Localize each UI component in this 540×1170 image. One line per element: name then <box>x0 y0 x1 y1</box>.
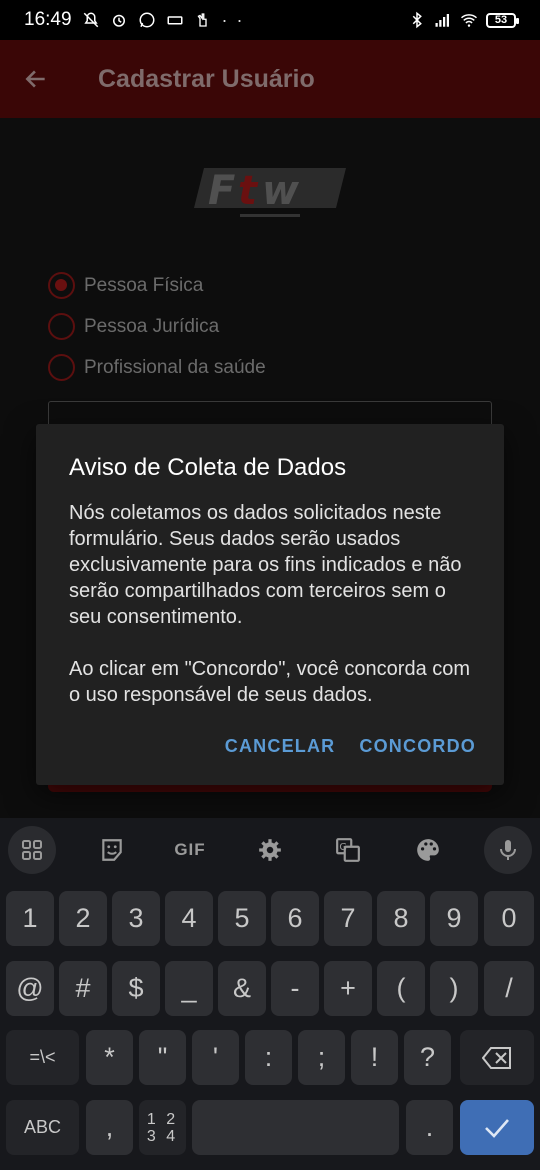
radio-button[interactable] <box>48 313 75 340</box>
status-bar: 16:49 · · 53 <box>0 0 540 40</box>
voice-input-button[interactable] <box>484 826 532 874</box>
key-comma[interactable]: , <box>86 1100 133 1155</box>
on-screen-keyboard: GIF G 1 2 3 4 5 6 7 8 9 0 @ # $ _ & - + … <box>0 818 540 1170</box>
numpad-label: 1 2 3 4 <box>146 1110 179 1145</box>
sticker-button[interactable] <box>88 830 136 870</box>
radio-pessoa-fisica[interactable]: Pessoa Física <box>48 272 203 299</box>
battery-icon: 53 <box>486 12 519 28</box>
backspace-icon <box>482 1046 511 1069</box>
status-right-icons: 53 <box>408 11 519 29</box>
gear-icon <box>259 839 281 861</box>
dialog-actions: CANCELAR CONCORDO <box>225 736 476 757</box>
radio-label: Pessoa Jurídica <box>84 315 220 337</box>
svg-text:w: w <box>262 168 300 214</box>
key-single-quote[interactable]: ' <box>192 1030 239 1085</box>
ftw-logo: F t w <box>194 168 346 217</box>
microphone-icon <box>500 840 516 860</box>
cancel-button[interactable]: CANCELAR <box>225 736 336 757</box>
key-ampersand[interactable]: & <box>218 961 266 1016</box>
key-minus[interactable]: - <box>271 961 319 1016</box>
more-notifications-indicator: · · <box>221 9 245 30</box>
radio-button[interactable] <box>48 354 75 381</box>
page-title: Cadastrar Usuário <box>98 64 315 93</box>
svg-text:G: G <box>339 842 347 853</box>
key-semicolon[interactable]: ; <box>298 1030 345 1085</box>
radio-label: Profissional da saúde <box>84 356 266 378</box>
key-5[interactable]: 5 <box>218 891 266 946</box>
key-colon[interactable]: : <box>245 1030 292 1085</box>
key-question[interactable]: ? <box>404 1030 451 1085</box>
key-0[interactable]: 0 <box>484 891 534 946</box>
key-9[interactable]: 9 <box>430 891 478 946</box>
spacebar[interactable] <box>192 1100 399 1155</box>
palette-icon <box>417 839 439 861</box>
key-7[interactable]: 7 <box>324 891 372 946</box>
backspace-key[interactable] <box>460 1030 534 1085</box>
translate-icon: G <box>336 838 360 862</box>
sticker-icon <box>102 839 122 861</box>
key-abc[interactable]: ABC <box>6 1100 79 1155</box>
radio-label: Pessoa Física <box>84 274 204 296</box>
translate-button[interactable]: G <box>324 830 372 870</box>
radio-profissional-saude[interactable]: Profissional da saúde <box>48 354 266 381</box>
whatsapp-icon <box>139 12 155 28</box>
key-more-symbols[interactable]: =\< <box>6 1030 79 1085</box>
data-collection-dialog: Aviso de Coleta de Dados Nós coletamos o… <box>36 424 504 785</box>
wifi-icon <box>461 14 477 27</box>
theme-button[interactable] <box>404 830 452 870</box>
key-plus[interactable]: + <box>324 961 372 1016</box>
apps-grid-button[interactable] <box>8 826 56 874</box>
key-6[interactable]: 6 <box>271 891 319 946</box>
key-close-paren[interactable]: ) <box>430 961 478 1016</box>
key-hash[interactable]: # <box>59 961 107 1016</box>
dialog-message: Nós coletamos os dados solicitados neste… <box>69 502 471 706</box>
back-button[interactable] <box>0 40 72 118</box>
dialog-title: Aviso de Coleta de Dados <box>69 454 347 481</box>
key-exclamation[interactable]: ! <box>351 1030 398 1085</box>
key-numpad[interactable]: 1 2 3 4 <box>139 1100 186 1155</box>
gif-button[interactable]: GIF <box>166 830 214 870</box>
key-dollar[interactable]: $ <box>112 961 160 1016</box>
radio-button-checked[interactable] <box>48 272 75 299</box>
app-bar: Cadastrar Usuário <box>0 40 540 118</box>
key-1[interactable]: 1 <box>6 891 54 946</box>
settings-button[interactable] <box>246 830 294 870</box>
keyboard-toolbar: GIF G <box>0 818 540 882</box>
key-open-paren[interactable]: ( <box>377 961 425 1016</box>
hand-icon <box>197 13 207 27</box>
radio-pessoa-juridica[interactable]: Pessoa Jurídica <box>48 313 219 340</box>
keyboard-notification-icon <box>167 16 183 25</box>
svg-text:F: F <box>208 168 235 214</box>
checkmark-icon <box>485 1118 509 1138</box>
key-2[interactable]: 2 <box>59 891 107 946</box>
key-4[interactable]: 4 <box>165 891 213 946</box>
agree-button[interactable]: CONCORDO <box>359 736 476 757</box>
grid-icon <box>22 840 42 860</box>
muted-notification-icon <box>83 12 98 28</box>
key-3[interactable]: 3 <box>112 891 160 946</box>
status-left-icons: · · <box>82 10 245 31</box>
bluetooth-icon <box>412 11 422 29</box>
alarm-icon <box>112 14 125 27</box>
key-underscore[interactable]: _ <box>165 961 213 1016</box>
arrow-left-icon <box>25 70 45 88</box>
status-time: 16:49 <box>24 9 72 30</box>
key-asterisk[interactable]: * <box>86 1030 133 1085</box>
enter-key[interactable] <box>460 1100 534 1155</box>
key-at[interactable]: @ <box>6 961 54 1016</box>
svg-text:t: t <box>238 168 259 214</box>
key-period[interactable]: . <box>406 1100 453 1155</box>
gif-label: GIF <box>174 840 206 859</box>
signal-icon <box>435 14 449 27</box>
key-double-quote[interactable]: " <box>139 1030 186 1085</box>
key-8[interactable]: 8 <box>377 891 425 946</box>
key-slash[interactable]: / <box>484 961 534 1016</box>
